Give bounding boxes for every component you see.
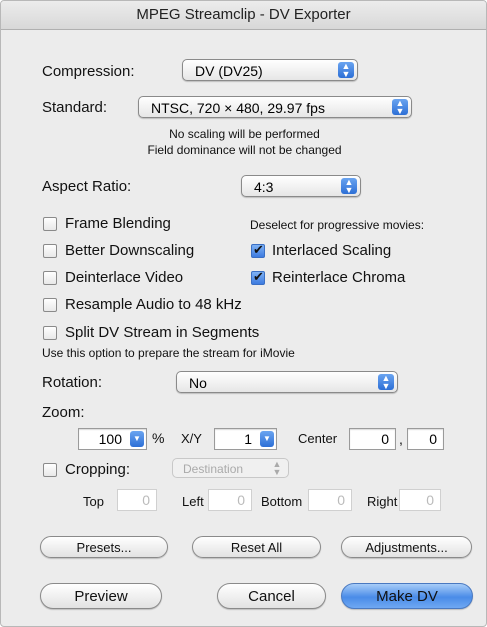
deinterlace-video-checkbox[interactable] (43, 271, 57, 285)
aspect-ratio-label: Aspect Ratio: (42, 178, 132, 195)
cropping-checkbox[interactable] (43, 463, 57, 477)
aspect-ratio-value: 4:3 (254, 179, 274, 195)
crop-top-label: Top (83, 494, 104, 509)
preview-button[interactable]: Preview (40, 583, 162, 609)
scaling-note: No scaling will be performed (169, 127, 320, 141)
reinterlace-chroma-checkbox[interactable] (251, 269, 265, 285)
compression-value: DV (DV25) (195, 63, 263, 79)
popup-arrows-icon: ▲ ▼ (378, 374, 394, 391)
presets-button[interactable]: Presets... (40, 536, 168, 558)
center-x-field[interactable]: 0 (349, 428, 396, 450)
progressive-note: Deselect for progressive movies: (250, 218, 425, 232)
popup-arrows-icon: ▲ ▼ (392, 99, 408, 116)
reset-all-button[interactable]: Reset All (192, 536, 321, 558)
rotation-popup[interactable]: No ▲ ▼ (176, 371, 398, 393)
adjustments-button[interactable]: Adjustments... (341, 536, 472, 558)
rotation-label: Rotation: (42, 374, 103, 391)
zoom-xy-combo[interactable]: 1 ▼ (214, 428, 277, 450)
better-downscaling-label: Better Downscaling (65, 242, 195, 259)
compression-label: Compression: (42, 63, 135, 80)
interlaced-scaling-label: Interlaced Scaling (272, 242, 392, 259)
split-dv-label: Split DV Stream in Segments (65, 324, 260, 341)
popup-arrows-icon: ▲ ▼ (338, 62, 354, 79)
aspect-ratio-popup[interactable]: 4:3 ▲ ▼ (241, 175, 361, 197)
split-dv-note: Use this option to prepare the stream fo… (42, 346, 295, 360)
crop-left-field[interactable]: 0 (208, 489, 252, 511)
make-dv-button[interactable]: Make DV (341, 583, 473, 609)
popup-arrows-icon: ▲ ▼ (341, 178, 357, 195)
dv-exporter-window: MPEG Streamclip - DV Exporter Compressio… (0, 0, 487, 627)
zoom-label: Zoom: (42, 404, 85, 421)
frame-blending-checkbox[interactable] (43, 217, 57, 231)
compression-popup[interactable]: DV (DV25) ▲ ▼ (182, 59, 358, 81)
crop-bottom-label: Bottom (261, 494, 303, 509)
zoom-percent-value: 100 (98, 431, 122, 447)
rotation-value: No (189, 375, 207, 391)
zoom-xy-label: X/Y (181, 431, 202, 446)
cancel-button[interactable]: Cancel (217, 583, 326, 609)
cropping-mode-value: Destination (183, 462, 244, 476)
cropping-label: Cropping: (65, 461, 131, 478)
resample-audio-checkbox[interactable] (43, 298, 57, 312)
standard-value: NTSC, 720 × 480, 29.97 fps (151, 100, 325, 116)
crop-left-label: Left (182, 494, 204, 509)
window-title: MPEG Streamclip - DV Exporter (1, 1, 486, 30)
combo-arrow-icon[interactable]: ▼ (260, 431, 274, 447)
zoom-percent-combo[interactable]: 100 ▼ (78, 428, 147, 450)
resample-audio-label: Resample Audio to 48 kHz (65, 296, 242, 313)
deinterlace-video-label: Deinterlace Video (65, 269, 184, 286)
standard-label: Standard: (42, 99, 108, 116)
crop-right-label: Right (367, 494, 398, 509)
center-separator: , (399, 431, 403, 447)
interlaced-scaling-checkbox[interactable] (251, 242, 265, 258)
better-downscaling-checkbox[interactable] (43, 244, 57, 258)
standard-popup[interactable]: NTSC, 720 × 480, 29.97 fps ▲ ▼ (138, 96, 412, 118)
crop-right-field[interactable]: 0 (399, 489, 441, 511)
cropping-mode-popup[interactable]: Destination ▲ ▼ (172, 458, 289, 478)
zoom-xy-value: 1 (244, 431, 252, 447)
center-y-field[interactable]: 0 (407, 428, 444, 450)
field-dominance-note: Field dominance will not be changed (147, 143, 342, 157)
crop-bottom-field[interactable]: 0 (308, 489, 352, 511)
popup-arrows-icon: ▲ ▼ (272, 459, 282, 477)
combo-arrow-icon[interactable]: ▼ (130, 431, 144, 447)
crop-top-field[interactable]: 0 (117, 489, 157, 511)
center-label: Center (298, 431, 338, 446)
reinterlace-chroma-label: Reinterlace Chroma (272, 269, 406, 286)
zoom-percent-unit: % (152, 430, 165, 446)
split-dv-checkbox[interactable] (43, 326, 57, 340)
frame-blending-label: Frame Blending (65, 215, 171, 232)
